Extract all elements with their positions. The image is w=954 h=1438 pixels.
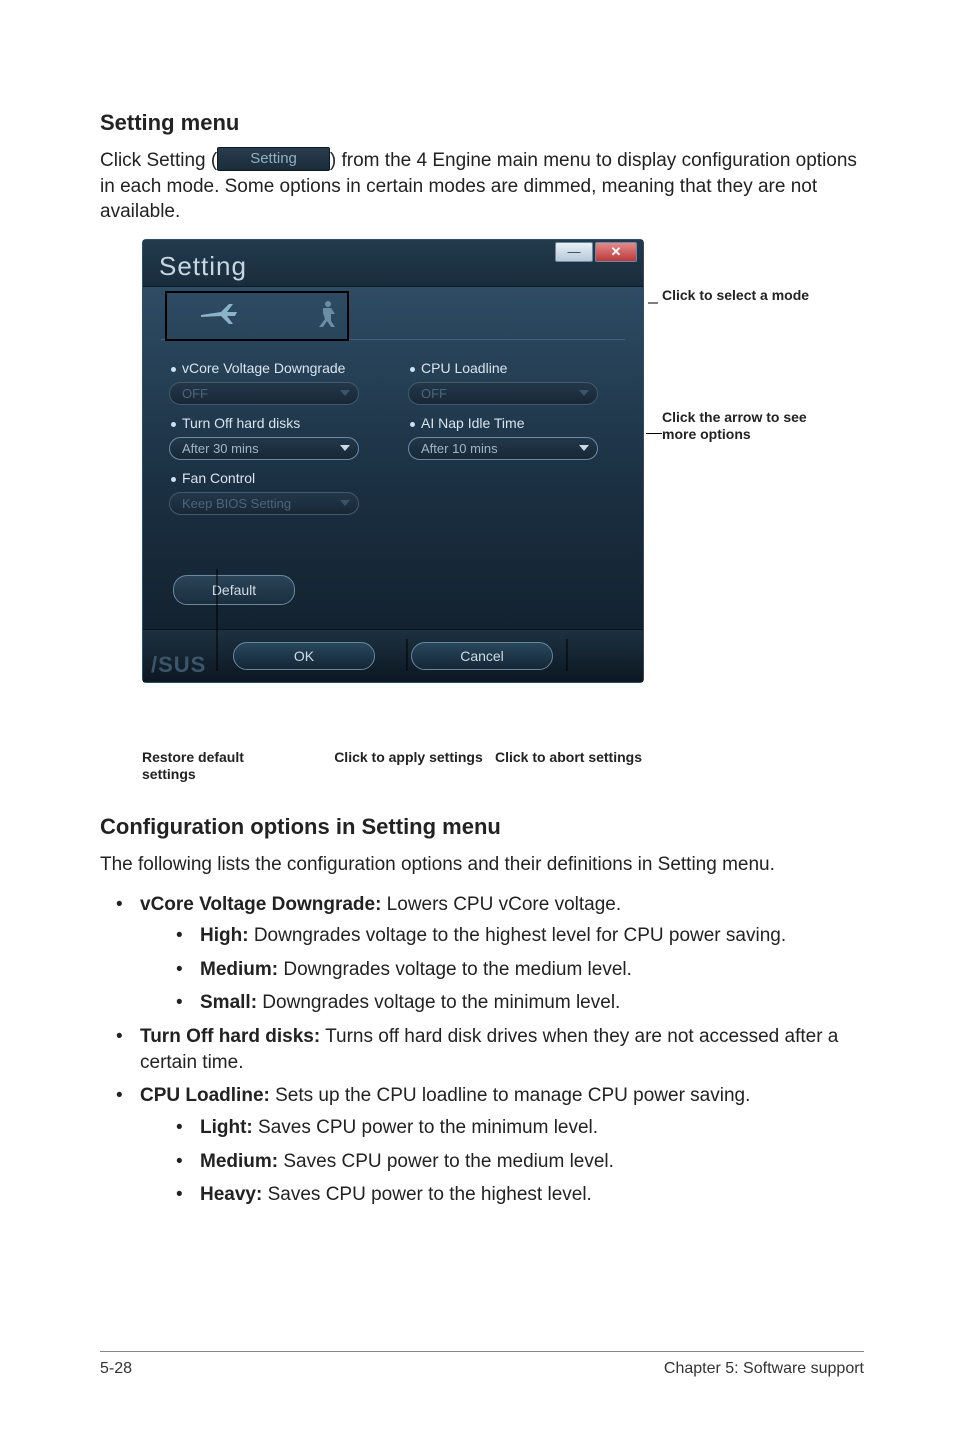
opt-lmed-d: Saves CPU power to the medium level. (278, 1151, 614, 1172)
chevron-down-icon (579, 390, 589, 396)
heading-config-options: Configuration options in Setting menu (100, 814, 864, 840)
opt-vcore-title: vCore Voltage Downgrade: (140, 894, 381, 915)
dialog-title: Setting (159, 251, 247, 282)
opt-heavy-t: Heavy: (200, 1184, 262, 1205)
list-item: CPU Loadline: Sets up the CPU loadline t… (140, 1083, 864, 1208)
dropdown-nap-value: After 10 mins (421, 441, 498, 456)
annotation-arrow: Click the arrow to see more options (662, 409, 812, 443)
close-icon: ✕ (611, 244, 622, 260)
mode-bar (161, 287, 625, 340)
minimize-icon: — (568, 244, 581, 259)
opt-med-t: Medium: (200, 959, 278, 980)
opt-turnoff-title: Turn Off hard disks: (140, 1026, 320, 1047)
close-button[interactable]: ✕ (595, 242, 637, 262)
heading-setting-menu: Setting menu (100, 110, 864, 136)
caption-apply: Click to apply settings (334, 749, 483, 784)
opt-small-d: Downgrades voltage to the minimum level. (257, 992, 620, 1013)
dialog-titlebar: Setting — ✕ (143, 240, 643, 287)
dropdown-turnoff[interactable]: After 30 mins (169, 437, 359, 460)
list-item: Small: Downgrades voltage to the minimum… (200, 990, 864, 1016)
list-item: Heavy: Saves CPU power to the highest le… (200, 1182, 864, 1208)
label-loadline: CPU Loadline (410, 360, 617, 376)
mode-energy-saving[interactable] (185, 295, 253, 333)
dropdown-loadline[interactable]: OFF (408, 382, 598, 405)
dropdown-nap[interactable]: After 10 mins (408, 437, 598, 460)
opt-med-d: Downgrades voltage to the medium level. (278, 959, 632, 980)
label-turnoff: Turn Off hard disks (171, 415, 378, 431)
mode-high-performance[interactable] (293, 295, 361, 333)
list-item: Medium: Downgrades voltage to the medium… (200, 957, 864, 983)
footer-right: Chapter 5: Software support (664, 1360, 864, 1378)
opt-light-d: Saves CPU power to the minimum level. (253, 1117, 598, 1138)
caption-abort: Click to abort settings (495, 749, 642, 784)
list-item: High: Downgrades voltage to the highest … (200, 923, 864, 949)
intro-pre: Click Setting ( (100, 150, 217, 171)
run-icon (313, 299, 341, 329)
list-item: vCore Voltage Downgrade: Lowers CPU vCor… (140, 892, 864, 1017)
ok-button[interactable]: OK (233, 642, 375, 670)
default-button[interactable]: Default (173, 575, 295, 605)
footer-left: 5-28 (100, 1360, 132, 1378)
label-fan: Fan Control (171, 470, 378, 486)
dropdown-turnoff-value: After 30 mins (182, 441, 259, 456)
list-item: Medium: Saves CPU power to the medium le… (200, 1149, 864, 1175)
label-vcore: vCore Voltage Downgrade (171, 360, 378, 376)
opt-light-t: Light: (200, 1117, 253, 1138)
opt-lmed-t: Medium: (200, 1151, 278, 1172)
opt-small-t: Small: (200, 992, 257, 1013)
minimize-button[interactable]: — (555, 242, 593, 262)
dropdown-fan-value: Keep BIOS Setting (182, 496, 291, 511)
plane-icon (199, 300, 239, 328)
dropdown-loadline-value: OFF (421, 386, 447, 401)
opt-vcore-desc: Lowers CPU vCore voltage. (381, 894, 621, 915)
dropdown-vcore[interactable]: OFF (169, 382, 359, 405)
opt-loadline-title: CPU Loadline: (140, 1085, 270, 1106)
caption-restore: Restore default settings (142, 749, 292, 784)
dropdown-vcore-value: OFF (182, 386, 208, 401)
opt-high-t: High: (200, 925, 249, 946)
chevron-down-icon (340, 445, 350, 451)
page-footer: 5-28 Chapter 5: Software support (100, 1351, 864, 1378)
opt-loadline-desc: Sets up the CPU loadline to manage CPU p… (270, 1085, 751, 1106)
dropdown-fan[interactable]: Keep BIOS Setting (169, 492, 359, 515)
cancel-button[interactable]: Cancel (411, 642, 553, 670)
opt-heavy-d: Saves CPU power to the highest level. (262, 1184, 592, 1205)
brand-logo: /SUS (151, 652, 206, 678)
label-nap: AI Nap Idle Time (410, 415, 617, 431)
intro-post: ) from the 4 Engine main menu to display (330, 150, 676, 171)
config-intro: The following lists the configuration op… (100, 852, 864, 878)
list-item: Turn Off hard disks: Turns off hard disk… (140, 1024, 864, 1075)
list-item: Light: Saves CPU power to the minimum le… (200, 1115, 864, 1141)
intro-paragraph: Click Setting (Setting) from the 4 Engin… (100, 148, 864, 225)
annotation-select-mode: Click to select a mode (662, 287, 812, 304)
setting-dialog: Setting — ✕ (142, 239, 644, 683)
chevron-down-icon (340, 500, 350, 506)
options-list: vCore Voltage Downgrade: Lowers CPU vCor… (100, 892, 864, 1208)
chevron-down-icon (579, 445, 589, 451)
chevron-down-icon (340, 390, 350, 396)
opt-high-d: Downgrades voltage to the highest level … (249, 925, 787, 946)
inline-setting-button[interactable]: Setting (217, 147, 330, 171)
